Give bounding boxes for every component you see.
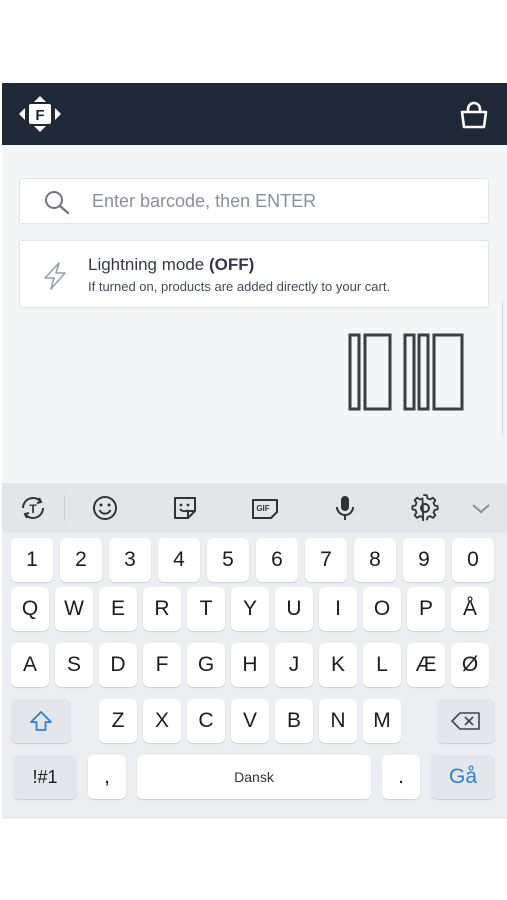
key-7[interactable]: 7 bbox=[305, 538, 347, 582]
lightning-mode-description: If turned on, products are added directl… bbox=[88, 279, 391, 294]
backspace-icon bbox=[451, 712, 480, 730]
go-key[interactable]: Gå bbox=[431, 755, 495, 799]
key-s[interactable]: S bbox=[55, 643, 93, 687]
key-q[interactable]: Q bbox=[11, 587, 49, 631]
key-f[interactable]: F bbox=[143, 643, 181, 687]
key-a[interactable]: A bbox=[11, 643, 49, 687]
key-o-slash[interactable]: Ø bbox=[451, 643, 489, 687]
key-b[interactable]: B bbox=[275, 699, 313, 743]
barcode-icon bbox=[348, 333, 464, 411]
search-box[interactable] bbox=[19, 178, 489, 224]
logo-letter: F bbox=[35, 107, 44, 124]
key-5[interactable]: 5 bbox=[207, 538, 249, 582]
key-0[interactable]: 0 bbox=[452, 538, 494, 582]
microphone-icon[interactable] bbox=[330, 493, 360, 523]
key-r[interactable]: R bbox=[143, 587, 181, 631]
key-m[interactable]: M bbox=[363, 699, 401, 743]
comma-key[interactable]: , bbox=[88, 755, 126, 799]
key-ae[interactable]: Æ bbox=[407, 643, 445, 687]
svg-text:T: T bbox=[29, 502, 37, 516]
settings-icon[interactable] bbox=[410, 493, 440, 523]
key-8[interactable]: 8 bbox=[354, 538, 396, 582]
scroll-edge bbox=[502, 301, 507, 436]
key-6[interactable]: 6 bbox=[256, 538, 298, 582]
barcode-search-input[interactable] bbox=[92, 179, 477, 223]
app-header: F bbox=[2, 83, 507, 145]
key-v[interactable]: V bbox=[231, 699, 269, 743]
key-k[interactable]: K bbox=[319, 643, 357, 687]
key-u[interactable]: U bbox=[275, 587, 313, 631]
lightning-mode-label: Lightning mode bbox=[88, 255, 205, 274]
symbols-key[interactable]: !#1 bbox=[13, 755, 77, 799]
key-c[interactable]: C bbox=[187, 699, 225, 743]
key-y[interactable]: Y bbox=[231, 587, 269, 631]
key-z[interactable]: Z bbox=[99, 699, 137, 743]
search-icon bbox=[45, 191, 70, 215]
key-p[interactable]: P bbox=[407, 587, 445, 631]
key-4[interactable]: 4 bbox=[158, 538, 200, 582]
key-9[interactable]: 9 bbox=[403, 538, 445, 582]
key-e[interactable]: E bbox=[99, 587, 137, 631]
key-o[interactable]: O bbox=[363, 587, 401, 631]
backspace-key[interactable] bbox=[437, 699, 495, 743]
key-i[interactable]: I bbox=[319, 587, 357, 631]
lightning-bolt-icon bbox=[44, 262, 66, 290]
key-l[interactable]: L bbox=[363, 643, 401, 687]
key-x[interactable]: X bbox=[143, 699, 181, 743]
key-t[interactable]: T bbox=[187, 587, 225, 631]
logo-f-diamond-icon[interactable]: F bbox=[18, 95, 62, 133]
emoji-icon[interactable] bbox=[90, 493, 120, 523]
app-screen: F Lightning mode (OFF) If turned on, pro… bbox=[2, 83, 507, 819]
space-key[interactable]: Dansk bbox=[137, 755, 371, 799]
period-key[interactable]: . bbox=[382, 755, 420, 799]
key-a-ring[interactable]: Å bbox=[451, 587, 489, 631]
lightning-mode-state: (OFF) bbox=[209, 255, 255, 274]
key-1[interactable]: 1 bbox=[11, 538, 53, 582]
svg-text:GIF: GIF bbox=[256, 504, 269, 513]
shift-arrow-icon bbox=[30, 711, 52, 731]
key-g[interactable]: G bbox=[187, 643, 225, 687]
keyboard-toolbar: T GIF bbox=[2, 483, 507, 533]
shopping-bag-icon[interactable] bbox=[459, 101, 489, 129]
key-h[interactable]: H bbox=[231, 643, 269, 687]
translate-icon[interactable]: T bbox=[18, 493, 48, 523]
key-n[interactable]: N bbox=[319, 699, 357, 743]
sticker-icon[interactable] bbox=[170, 493, 200, 523]
key-d[interactable]: D bbox=[99, 643, 137, 687]
shift-key[interactable] bbox=[11, 699, 71, 743]
lightning-mode-toggle[interactable]: Lightning mode (OFF) If turned on, produ… bbox=[19, 240, 489, 308]
gif-icon[interactable]: GIF bbox=[250, 493, 280, 523]
soft-keyboard: T GIF 1 2 3 4 5 6 7 8 9 0 Q W E R T Y U … bbox=[2, 483, 507, 819]
toolbar-separator bbox=[64, 495, 65, 521]
chevron-down-icon[interactable] bbox=[466, 493, 496, 523]
key-w[interactable]: W bbox=[55, 587, 93, 631]
key-3[interactable]: 3 bbox=[109, 538, 151, 582]
lightning-mode-title: Lightning mode (OFF) bbox=[88, 255, 254, 275]
key-j[interactable]: J bbox=[275, 643, 313, 687]
key-2[interactable]: 2 bbox=[60, 538, 102, 582]
